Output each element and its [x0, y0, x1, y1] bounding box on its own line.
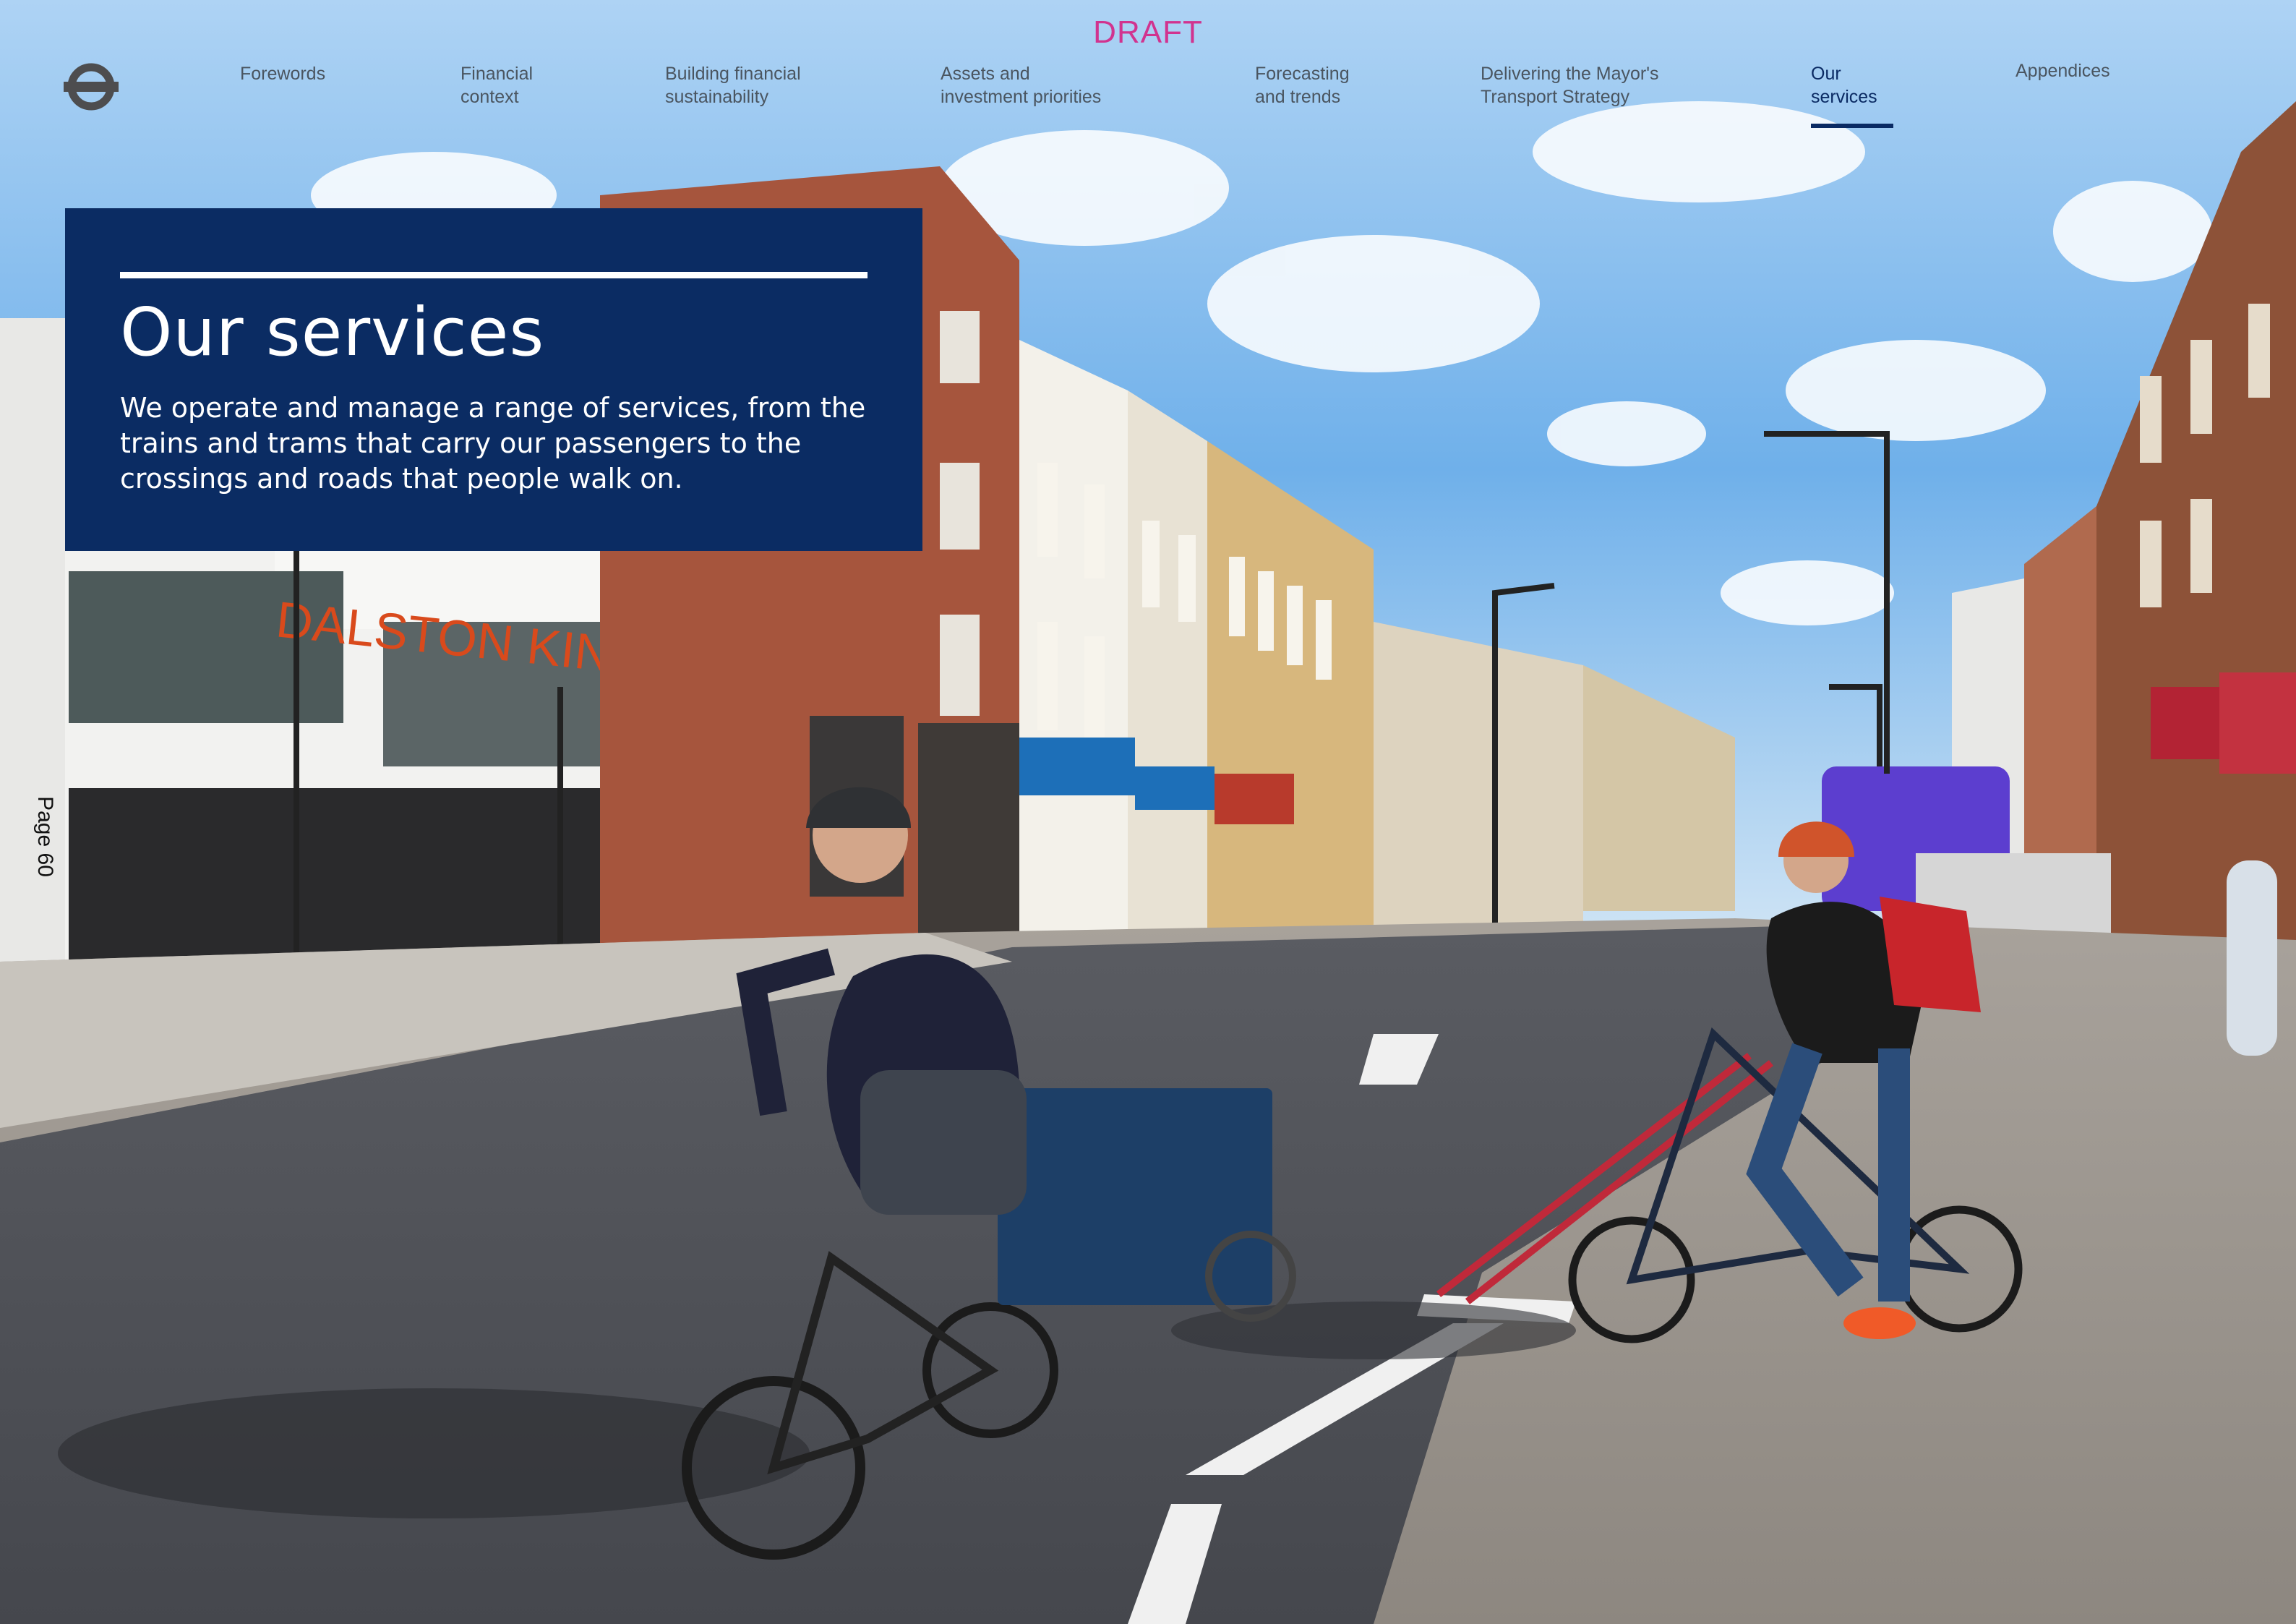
- document-page: DALSTON KINGSLAND DRAFT Forewords Financ…: [0, 0, 2296, 1624]
- roundel-icon[interactable]: [64, 59, 119, 114]
- nav-item-mayors-transport-strategy[interactable]: Delivering the Mayor's Transport Strateg…: [1481, 62, 1659, 108]
- hero-description: We operate and manage a range of service…: [120, 392, 866, 495]
- nav-item-building-financial-sustainability[interactable]: Building financial sustainability: [665, 62, 801, 108]
- nav-item-forewords[interactable]: Forewords: [240, 62, 325, 85]
- nav-item-appendices[interactable]: Appendices: [2016, 59, 2110, 82]
- active-tab-indicator: [1811, 124, 1893, 128]
- nav-item-financial-context[interactable]: Financial context: [461, 62, 533, 108]
- hero-divider: [120, 272, 868, 278]
- nav-item-forecasting-trends[interactable]: Forecasting and trends: [1255, 62, 1350, 108]
- hero-panel: Our services We operate and manage a ran…: [65, 208, 922, 551]
- page-number-label: Page 60: [33, 796, 57, 877]
- page-number: Page 60: [30, 790, 59, 884]
- nav-item-our-services[interactable]: Our services: [1811, 62, 1877, 108]
- top-navigation: DRAFT Forewords Financial context Buildi…: [0, 0, 2296, 137]
- page-title: Our services: [120, 294, 545, 371]
- nav-item-assets-investment-priorities[interactable]: Assets and investment priorities: [941, 62, 1101, 108]
- draft-watermark: DRAFT: [1093, 14, 1203, 50]
